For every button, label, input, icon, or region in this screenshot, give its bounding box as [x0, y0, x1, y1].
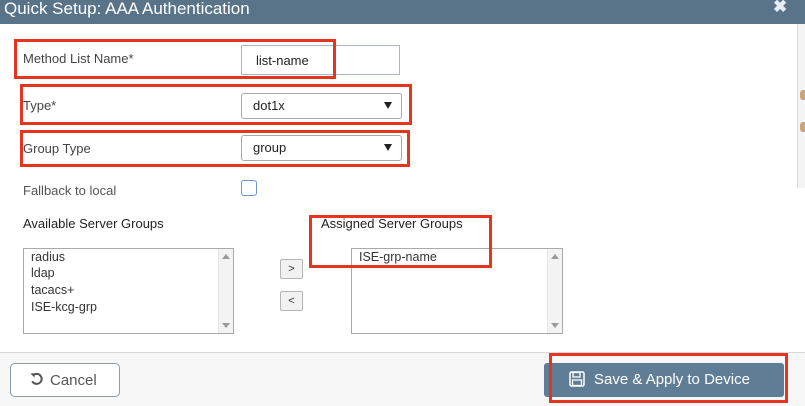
type-select-value: dot1x [253, 98, 285, 113]
available-server-groups-list[interactable]: radius ldap tacacs+ ISE-kcg-grp [23, 248, 234, 334]
background-marker [800, 90, 805, 100]
save-apply-button[interactable]: Save & Apply to Device [544, 363, 784, 397]
available-server-groups-label: Available Server Groups [23, 216, 164, 231]
method-list-name-input[interactable] [241, 45, 400, 75]
move-left-button[interactable]: < [280, 291, 303, 311]
scrollbar[interactable] [218, 249, 233, 333]
fallback-checkbox[interactable] [241, 180, 257, 196]
group-type-label: Group Type [23, 141, 91, 156]
type-select[interactable]: dot1x [241, 93, 402, 119]
scroll-up-icon[interactable] [222, 254, 230, 259]
cancel-label: Cancel [50, 372, 97, 389]
chevron-down-icon [384, 144, 392, 151]
list-item[interactable]: ISE-grp-name [359, 249, 437, 265]
background-scroll-strip [797, 24, 805, 188]
dialog-titlebar: Quick Setup: AAA Authentication ✖ [0, 0, 805, 24]
group-type-select[interactable]: group [241, 135, 402, 161]
cancel-button[interactable]: Cancel [10, 363, 120, 397]
scrollbar[interactable] [547, 249, 562, 333]
list-item[interactable]: radius [31, 249, 65, 265]
background-marker [800, 122, 805, 132]
list-item[interactable]: ldap [31, 265, 55, 281]
assigned-server-groups-list[interactable]: ISE-grp-name [351, 248, 563, 334]
undo-icon [30, 372, 43, 385]
floppy-disk-icon [569, 371, 585, 387]
close-icon[interactable]: ✖ [773, 0, 787, 17]
chevron-down-icon [384, 102, 392, 109]
list-item[interactable]: ISE-kcg-grp [31, 299, 97, 315]
fallback-label: Fallback to local [23, 183, 117, 198]
scroll-down-icon[interactable] [551, 323, 559, 328]
assigned-server-groups-label: Assigned Server Groups [321, 216, 463, 231]
list-item[interactable]: tacacs+ [31, 282, 74, 298]
scroll-down-icon[interactable] [222, 323, 230, 328]
move-right-button[interactable]: > [280, 259, 303, 279]
dialog-title: Quick Setup: AAA Authentication [4, 0, 250, 18]
scroll-up-icon[interactable] [551, 254, 559, 259]
group-type-select-value: group [253, 140, 287, 155]
method-list-name-label: Method List Name* [23, 51, 134, 66]
type-label: Type* [23, 98, 57, 113]
save-apply-label: Save & Apply to Device [594, 371, 750, 388]
